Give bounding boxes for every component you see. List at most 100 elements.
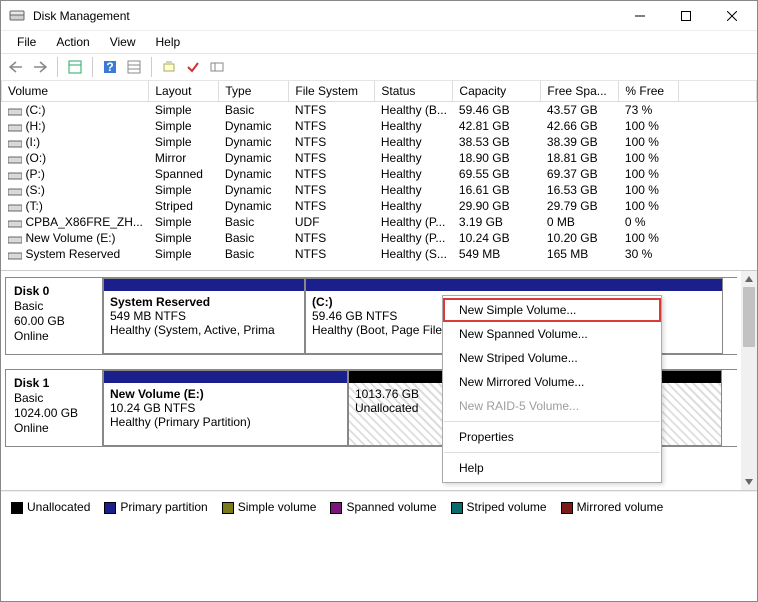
- cell-volume: (S:): [26, 183, 45, 197]
- cell-layout: Simple: [149, 214, 219, 230]
- cell-free: 10.20 GB: [541, 230, 619, 246]
- legend-swatch: [451, 502, 463, 514]
- scroll-track[interactable]: [741, 287, 757, 474]
- cell-pct: 100 %: [619, 150, 679, 166]
- menu-file[interactable]: File: [7, 33, 46, 51]
- cell-volume: New Volume (E:): [26, 231, 116, 245]
- volume-icon: [8, 250, 22, 260]
- cell-pct: 0 %: [619, 214, 679, 230]
- cell-fs: NTFS: [289, 246, 375, 262]
- close-button[interactable]: [709, 1, 755, 31]
- settings-icon[interactable]: [123, 56, 145, 78]
- cell-volume: (C:): [26, 103, 46, 117]
- cell-capacity: 549 MB: [453, 246, 541, 262]
- partition-status: Healthy (System, Active, Prima: [110, 323, 298, 337]
- cell-pct: 30 %: [619, 246, 679, 262]
- col-pctfree[interactable]: % Free: [619, 81, 679, 102]
- volume-icon: [8, 218, 22, 228]
- app-icon: [9, 8, 25, 24]
- vertical-scrollbar[interactable]: [741, 271, 757, 490]
- table-row[interactable]: (P:)SpannedDynamicNTFSHealthy69.55 GB69.…: [2, 166, 757, 182]
- menu-new-simple-volume[interactable]: New Simple Volume...: [443, 298, 661, 322]
- col-type[interactable]: Type: [219, 81, 289, 102]
- forward-button[interactable]: [29, 56, 51, 78]
- table-row[interactable]: (I:)SimpleDynamicNTFSHealthy38.53 GB38.3…: [2, 134, 757, 150]
- volume-icon: [8, 106, 22, 116]
- cell-status: Healthy: [375, 150, 453, 166]
- cell-volume: (I:): [26, 135, 41, 149]
- menu-bar: File Action View Help: [1, 31, 757, 53]
- legend-mirrored: Mirrored volume: [561, 500, 664, 514]
- partition[interactable]: New Volume (E:)10.24 GB NTFSHealthy (Pri…: [103, 370, 348, 446]
- cell-pct: 100 %: [619, 182, 679, 198]
- legend-swatch: [330, 502, 342, 514]
- partition-color-bar: [306, 279, 722, 291]
- back-button[interactable]: [5, 56, 27, 78]
- cell-volume: (O:): [26, 151, 47, 165]
- disk-size: 60.00 GB: [14, 314, 94, 328]
- action-icon[interactable]: [158, 56, 180, 78]
- cell-pct: 100 %: [619, 198, 679, 214]
- cell-layout: Simple: [149, 118, 219, 134]
- cell-status: Healthy: [375, 166, 453, 182]
- minimize-button[interactable]: [617, 1, 663, 31]
- col-status[interactable]: Status: [375, 81, 453, 102]
- menu-properties[interactable]: Properties: [443, 425, 661, 449]
- partition-status: Healthy (Primary Partition): [110, 415, 341, 429]
- partition-color-bar: [104, 371, 347, 383]
- cell-type: Dynamic: [219, 134, 289, 150]
- column-headers[interactable]: Volume Layout Type File System Status Ca…: [2, 81, 757, 102]
- cell-status: Healthy (P...: [375, 230, 453, 246]
- check-icon[interactable]: [182, 56, 204, 78]
- context-menu: New Simple Volume... New Spanned Volume.…: [442, 295, 662, 483]
- legend-primary: Primary partition: [104, 500, 207, 514]
- maximize-button[interactable]: [663, 1, 709, 31]
- scroll-up-arrow[interactable]: [741, 271, 757, 287]
- volume-list[interactable]: Volume Layout Type File System Status Ca…: [1, 81, 757, 271]
- table-row[interactable]: (S:)SimpleDynamicNTFSHealthy16.61 GB16.5…: [2, 182, 757, 198]
- menu-new-spanned-volume[interactable]: New Spanned Volume...: [443, 322, 661, 346]
- cell-capacity: 38.53 GB: [453, 134, 541, 150]
- partition-color-bar: [104, 279, 304, 291]
- partition[interactable]: System Reserved549 MB NTFSHealthy (Syste…: [103, 278, 305, 354]
- table-row[interactable]: (O:)MirrorDynamicNTFSHealthy18.90 GB18.8…: [2, 150, 757, 166]
- cell-fs: NTFS: [289, 134, 375, 150]
- list-icon[interactable]: [206, 56, 228, 78]
- table-row[interactable]: System ReservedSimpleBasicNTFSHealthy (S…: [2, 246, 757, 262]
- disk-status: Online: [14, 421, 94, 435]
- menu-help[interactable]: Help: [146, 33, 191, 51]
- col-capacity[interactable]: Capacity: [453, 81, 541, 102]
- cell-status: Healthy: [375, 118, 453, 134]
- table-row[interactable]: (C:)SimpleBasicNTFSHealthy (B...59.46 GB…: [2, 102, 757, 119]
- col-layout[interactable]: Layout: [149, 81, 219, 102]
- scroll-down-arrow[interactable]: [741, 474, 757, 490]
- col-volume[interactable]: Volume: [2, 81, 149, 102]
- table-row[interactable]: (T:)StripedDynamicNTFSHealthy29.90 GB29.…: [2, 198, 757, 214]
- cell-free: 69.37 GB: [541, 166, 619, 182]
- cell-layout: Mirror: [149, 150, 219, 166]
- cell-type: Dynamic: [219, 150, 289, 166]
- menu-new-mirrored-volume[interactable]: New Mirrored Volume...: [443, 370, 661, 394]
- scroll-thumb[interactable]: [743, 287, 755, 347]
- cell-capacity: 29.90 GB: [453, 198, 541, 214]
- table-row[interactable]: (H:)SimpleDynamicNTFSHealthy42.81 GB42.6…: [2, 118, 757, 134]
- menu-action[interactable]: Action: [46, 33, 99, 51]
- col-filesystem[interactable]: File System: [289, 81, 375, 102]
- cell-fs: NTFS: [289, 166, 375, 182]
- table-row[interactable]: CPBA_X86FRE_ZH...SimpleBasicUDFHealthy (…: [2, 214, 757, 230]
- cell-pct: 100 %: [619, 230, 679, 246]
- disk-info[interactable]: Disk 1Basic1024.00 GBOnline: [5, 370, 103, 446]
- volume-icon: [8, 186, 22, 196]
- menu-help[interactable]: Help: [443, 456, 661, 480]
- window-controls: [617, 1, 755, 31]
- legend-swatch: [222, 502, 234, 514]
- table-row[interactable]: New Volume (E:)SimpleBasicNTFSHealthy (P…: [2, 230, 757, 246]
- show-hide-button[interactable]: [64, 56, 86, 78]
- cell-free: 16.53 GB: [541, 182, 619, 198]
- menu-view[interactable]: View: [100, 33, 146, 51]
- disk-info[interactable]: Disk 0Basic60.00 GBOnline: [5, 278, 103, 354]
- col-freespace[interactable]: Free Spa...: [541, 81, 619, 102]
- help-icon[interactable]: ?: [99, 56, 121, 78]
- menu-new-striped-volume[interactable]: New Striped Volume...: [443, 346, 661, 370]
- cell-volume: CPBA_X86FRE_ZH...: [26, 215, 143, 229]
